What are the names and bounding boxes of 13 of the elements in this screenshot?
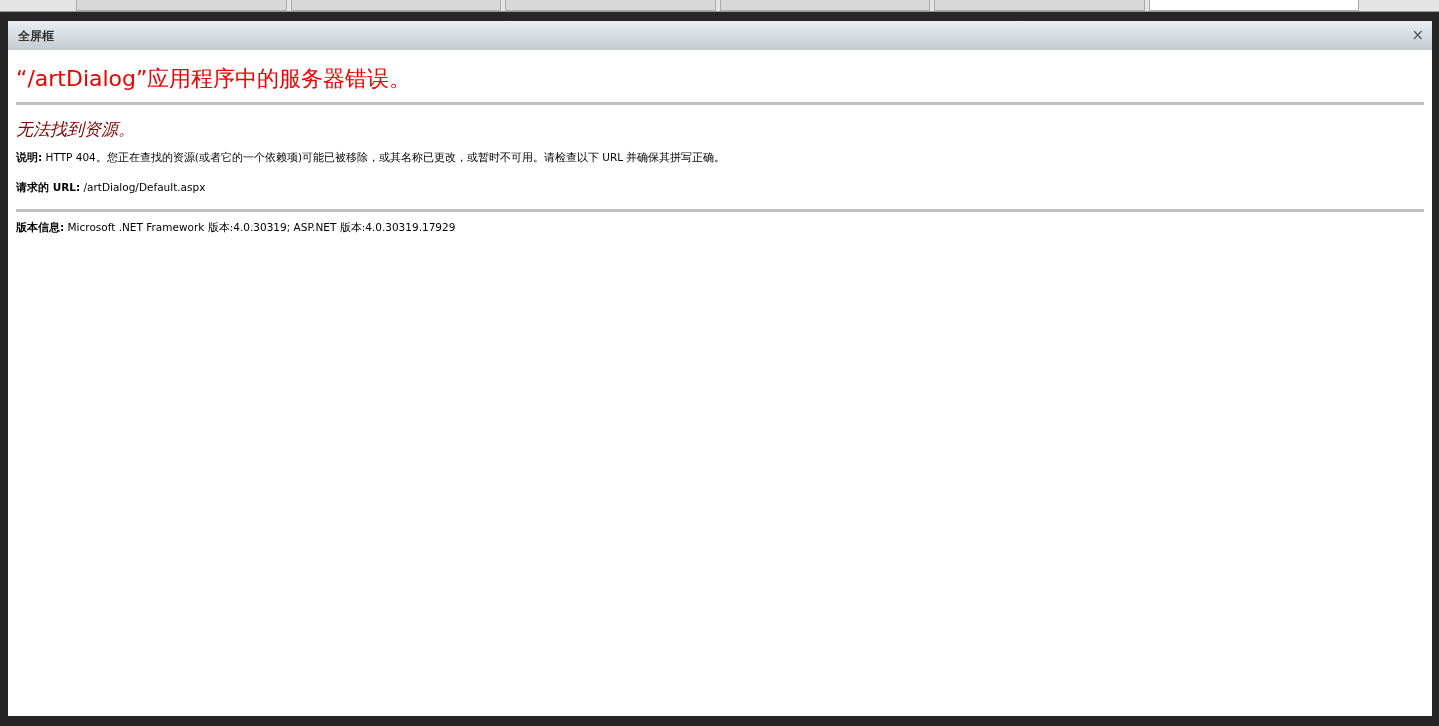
browser-tab[interactable] — [505, 0, 716, 11]
browser-tab[interactable] — [1148, 0, 1359, 11]
browser-tab[interactable] — [719, 0, 930, 11]
error-description: 请求的 URL: /artDialog/Default.aspx — [16, 179, 207, 195]
browser-tab[interactable] — [76, 0, 287, 11]
version-info: 版本信息: Microsoft .NET Framework 版本:4.0.30319; ASP.NET 版本:4.0.30319.17929 — [16, 220, 457, 236]
close-button[interactable]: × — [1411, 28, 1424, 43]
dialog-title: 全屏框 — [18, 27, 54, 45]
browser-tab[interactable] — [934, 0, 1145, 11]
error-subheading: 无法找到资源。 — [16, 119, 136, 140]
error-description: 说明: HTTP 404。您正在查找的资源(或者它的一个依赖项)可能已被移除，或其名称已更改，或暂时不可用。请检查以下 URL 并确保其拼写正确。 — [16, 149, 727, 165]
browser-tab[interactable] — [290, 0, 501, 11]
error-heading: “/artDialog”应用程序中的服务器错误。 — [16, 66, 413, 93]
